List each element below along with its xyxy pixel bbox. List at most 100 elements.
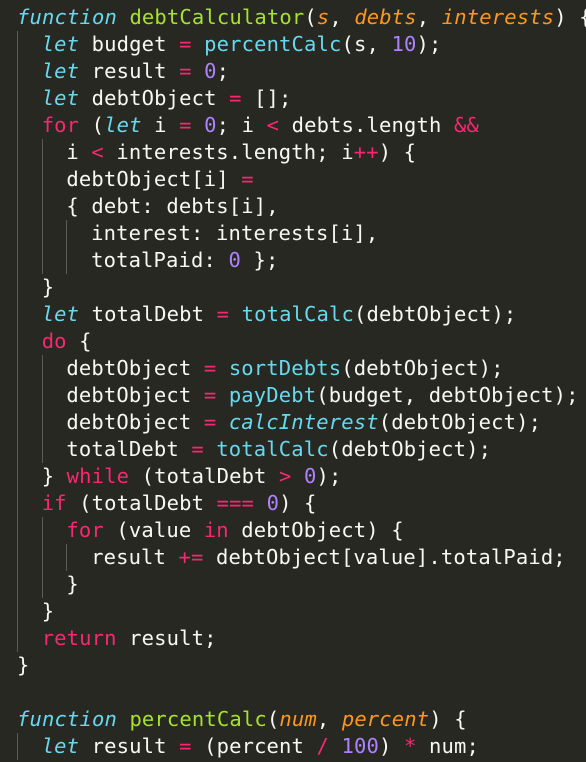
- code-line: i < interests.length; i++) {: [66, 139, 416, 166]
- indent-guide: [66, 544, 67, 571]
- code-token: ;: [216, 59, 230, 83]
- code-token: (s,: [341, 32, 392, 56]
- code-token: interests: [441, 5, 555, 29]
- code-token: =: [191, 437, 204, 461]
- indent-guide: [42, 571, 43, 598]
- indent-guide: [17, 220, 18, 247]
- code-token: budget: [79, 32, 180, 56]
- code-token: ===: [216, 491, 255, 515]
- indent-guide: [66, 247, 67, 274]
- code-token: =: [203, 383, 217, 407]
- code-token: interests.length; i: [103, 140, 354, 164]
- code-token: totalDebt: [79, 302, 217, 326]
- indent-guide: [17, 517, 18, 544]
- indent-guide: [17, 571, 18, 598]
- code-line: }: [42, 598, 55, 625]
- code-token: );: [316, 464, 342, 488]
- code-line: let result = (percent / 100) * num;: [42, 733, 479, 760]
- indent-guide: [17, 733, 18, 760]
- indent-guide: [42, 166, 43, 193]
- code-line: let budget = percentCalc(s, 10);: [42, 31, 442, 58]
- indent-guide: [17, 112, 18, 139]
- code-token: let: [41, 734, 80, 758]
- code-token: debtObject) {: [228, 518, 404, 542]
- indent-guide: [17, 382, 18, 409]
- indent-guide: [42, 220, 43, 247]
- code-token: &&: [453, 113, 479, 137]
- code-token: 0: [204, 113, 217, 137]
- indent-guide: [17, 490, 18, 517]
- code-token: calcInterest: [228, 410, 379, 434]
- code-token: =: [179, 32, 192, 56]
- code-line: for (value in debtObject) {: [66, 517, 403, 544]
- indent-guide: [17, 328, 18, 355]
- code-token: (budget, debtObject);: [316, 383, 579, 407]
- indent-guide: [42, 382, 43, 409]
- indent-guide: [42, 247, 43, 274]
- code-token: function: [17, 5, 117, 29]
- code-token: debts: [354, 5, 417, 29]
- code-token: debtCalculator: [129, 5, 305, 29]
- code-line: totalDebt = totalCalc(debtObject);: [66, 436, 491, 463]
- code-token: ,: [329, 5, 355, 29]
- indent-guide: [17, 31, 18, 58]
- code-line: return result;: [42, 625, 217, 652]
- code-token: 10: [391, 32, 417, 56]
- indent-guide: [17, 463, 18, 490]
- code-token: (debtObject);: [378, 410, 542, 434]
- indent-guide: [17, 625, 18, 652]
- code-token: return: [41, 626, 117, 650]
- code-line: debtObject[i] =: [66, 166, 253, 193]
- code-token: result: [79, 59, 180, 83]
- indent-guide: [17, 355, 18, 382]
- code-token: =: [203, 410, 217, 434]
- code-line: result += debtObject[value].totalPaid;: [91, 544, 566, 571]
- code-token: ,: [416, 5, 442, 29]
- indent-guide: [42, 544, 43, 571]
- indent-guide: [66, 220, 67, 247]
- code-token: };: [241, 248, 279, 272]
- code-token: =: [229, 86, 242, 110]
- code-line: }: [42, 274, 55, 301]
- code-editor[interactable]: function debtCalculator (s, debts, intere…: [0, 0, 586, 762]
- code-token: (percent: [191, 734, 317, 758]
- code-token: (debtObject);: [328, 437, 492, 461]
- indent-guide: [17, 274, 18, 301]
- code-token: payDebt: [228, 383, 317, 407]
- code-token: =: [216, 302, 230, 326]
- code-token: }: [41, 599, 55, 623]
- code-token: +=: [178, 545, 204, 569]
- code-token: totalCalc: [216, 437, 329, 461]
- code-token: [];: [241, 86, 292, 110]
- code-token: <: [266, 113, 280, 137]
- code-token: num;: [416, 734, 479, 758]
- code-line: { debt: debts[i],: [66, 193, 278, 220]
- code-token: totalDebt: [66, 437, 192, 461]
- code-token: let: [41, 32, 80, 56]
- code-token: (: [304, 5, 317, 29]
- code-line: }: [66, 571, 79, 598]
- code-line: }: [17, 652, 30, 679]
- code-token: (totalDebt: [66, 491, 217, 515]
- code-token: ) {: [279, 491, 317, 515]
- code-token: percentCalc: [129, 707, 267, 731]
- code-line: function debtCalculator(s, debts, intere…: [17, 4, 586, 31]
- code-token: percent: [341, 707, 430, 731]
- code-token: debtObject: [66, 410, 204, 434]
- code-token: debtObject: [79, 86, 230, 110]
- indent-guide: [42, 139, 43, 166]
- code-line: for (let i = 0; i < debts.length &&: [42, 112, 479, 139]
- code-token: }: [41, 275, 55, 299]
- code-token: }: [17, 653, 30, 677]
- indent-guide: [17, 85, 18, 112]
- code-token: ): [379, 734, 404, 758]
- code-token: debtObject[value].totalPaid;: [203, 545, 566, 569]
- code-token: result;: [116, 626, 217, 650]
